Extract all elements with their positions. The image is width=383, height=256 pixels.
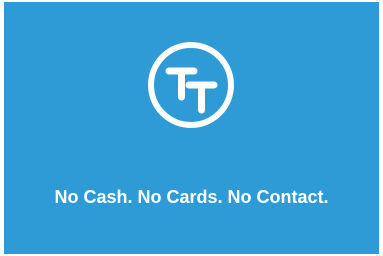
screen: No Cash. No Cards. No Contact. [0,0,383,256]
splash-panel: No Cash. No Cards. No Contact. [4,2,379,254]
tagline: No Cash. No Cards. No Contact. [54,187,329,207]
tt-monogram-icon [146,40,236,130]
